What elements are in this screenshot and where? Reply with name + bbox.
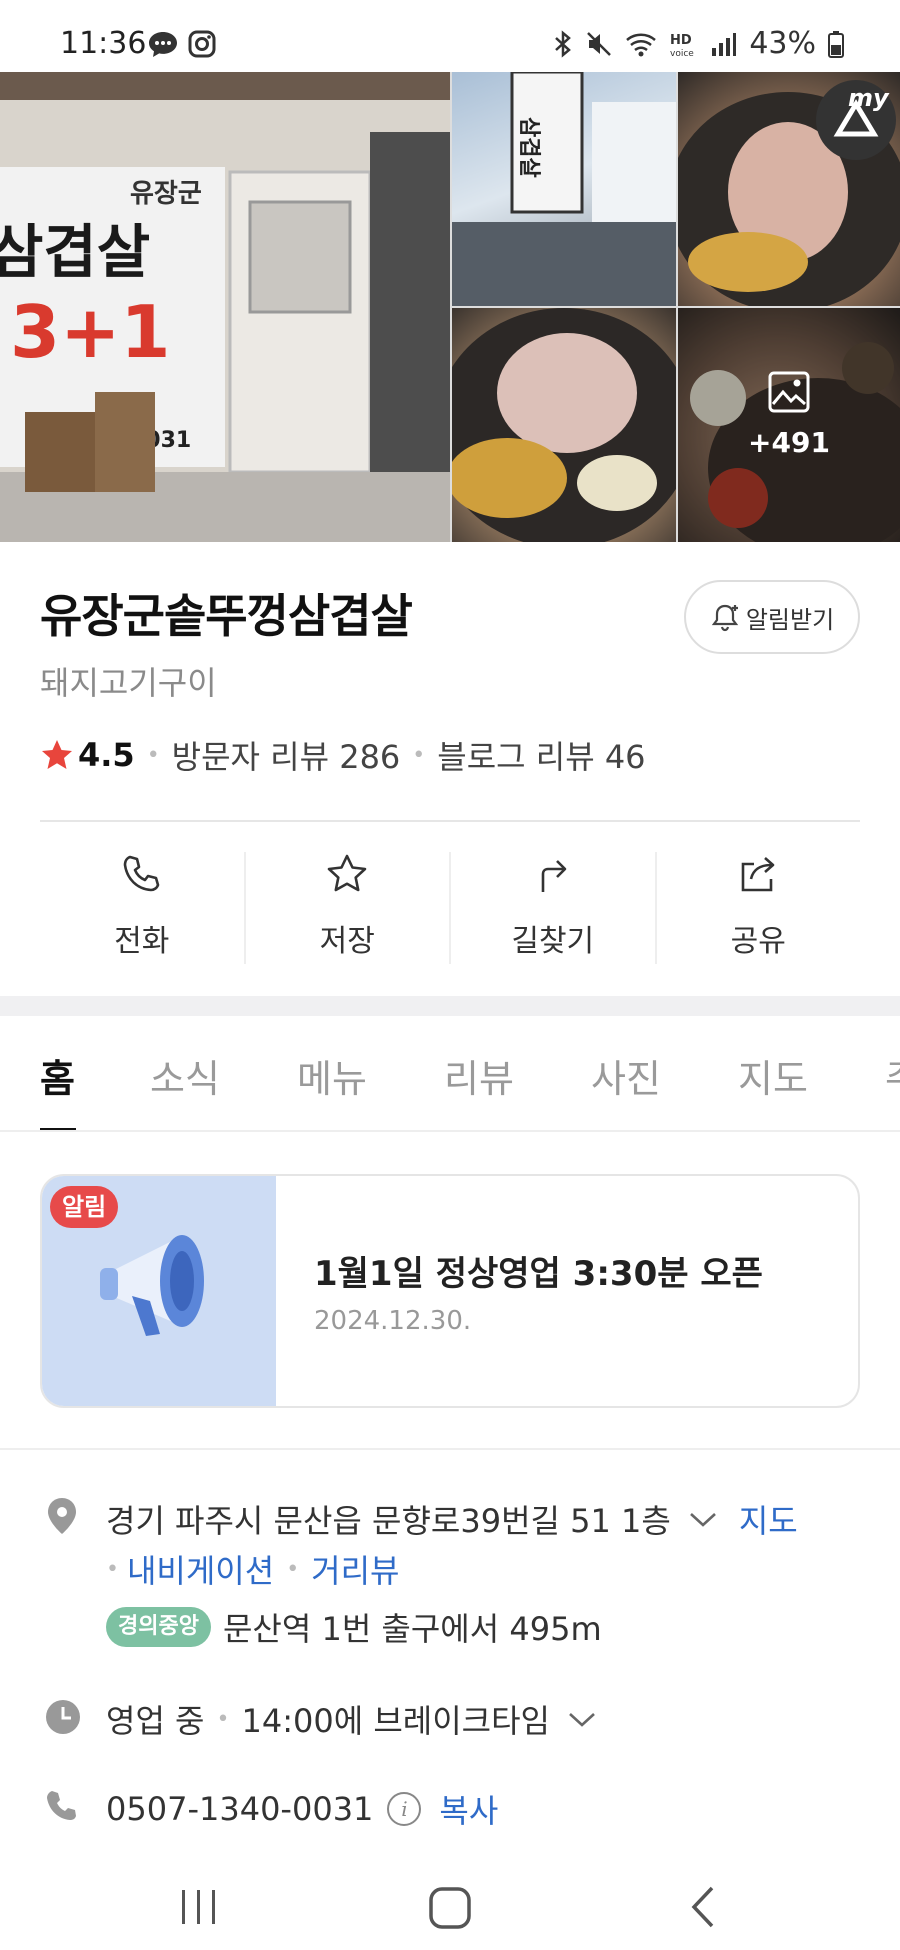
notice-image: 알림 bbox=[42, 1176, 276, 1406]
map-link[interactable]: 지도 bbox=[739, 1496, 798, 1542]
divider bbox=[0, 1448, 900, 1450]
sign-line-2: 삼겹살 bbox=[0, 218, 150, 286]
notice-date: 2024.12.30. bbox=[314, 1306, 472, 1336]
blog-reviews-link[interactable]: 블로그 리뷰 46 bbox=[437, 732, 645, 778]
phone-icon bbox=[123, 855, 160, 892]
star-rating-icon bbox=[42, 740, 72, 769]
tab-reviews[interactable]: 리뷰 bbox=[444, 1048, 514, 1103]
bluetooth-icon bbox=[555, 29, 572, 58]
back-icon[interactable] bbox=[688, 1884, 718, 1930]
section-gap bbox=[0, 996, 900, 1016]
clock-icon bbox=[46, 1700, 80, 1734]
chevron-down-icon[interactable] bbox=[564, 1707, 600, 1731]
address-row: 경기 파주시 문산읍 문향로39번길 51 1층 지도 bbox=[106, 1496, 798, 1542]
save-label: 저장 bbox=[319, 924, 375, 959]
tab-more[interactable]: 주 bbox=[885, 1048, 900, 1103]
phone-number[interactable]: 0507-1340-0031 bbox=[106, 1790, 373, 1828]
share-button[interactable]: 공유 bbox=[657, 852, 861, 964]
grill-illustration-2 bbox=[452, 308, 676, 542]
signboard-illustration: 삼겹살 bbox=[452, 72, 676, 306]
notice-title: 1월1일 정상영업 3:30분 오픈 bbox=[314, 1254, 763, 1294]
system-nav-bar bbox=[0, 1850, 900, 1950]
battery-icon bbox=[828, 30, 844, 58]
rating-score: 4.5 bbox=[78, 736, 135, 774]
clock: 11:36 bbox=[60, 26, 147, 61]
image-icon bbox=[768, 371, 810, 413]
gallery-thumb-signboard[interactable]: 삼겹살 bbox=[452, 72, 676, 306]
tab-menu[interactable]: 메뉴 bbox=[297, 1048, 367, 1103]
wifi-icon bbox=[626, 33, 657, 56]
photo-gallery[interactable]: 유장군 삼겹살 3+1 0031 삼겹살 my +491 bbox=[0, 72, 900, 542]
action-row: 전화 저장 길찾기 공유 bbox=[40, 852, 860, 964]
phone-small-icon bbox=[47, 1791, 76, 1820]
rating-row: 4.5 • 방문자 리뷰 286 • 블로그 리뷰 46 bbox=[40, 732, 646, 778]
visitor-reviews-link[interactable]: 방문자 리뷰 286 bbox=[172, 732, 401, 778]
gallery-main-photo[interactable]: 유장군 삼겹살 3+1 0031 bbox=[0, 72, 450, 542]
storefront-illustration: 유장군 삼겹살 3+1 0031 bbox=[0, 72, 450, 542]
street-view-link[interactable]: 거리뷰 bbox=[311, 1546, 399, 1592]
mute-icon bbox=[587, 31, 612, 56]
gallery-thumb-grill-2[interactable] bbox=[452, 308, 676, 542]
call-label: 전화 bbox=[114, 924, 170, 959]
phone-row: 0507-1340-0031 i 복사 bbox=[106, 1786, 498, 1832]
recent-apps-icon[interactable] bbox=[178, 1886, 220, 1926]
more-photos-count: +491 bbox=[748, 426, 830, 459]
directions-label: 길찾기 bbox=[511, 924, 595, 959]
tab-photos[interactable]: 사진 bbox=[591, 1048, 661, 1103]
station-row: 경의중앙 문산역 1번 출구에서 495m bbox=[106, 1604, 602, 1650]
info-icon[interactable]: i bbox=[387, 1792, 422, 1826]
shop-name: 유장군솥뚜껑삼겹살 bbox=[40, 589, 413, 643]
tab-news[interactable]: 소식 bbox=[150, 1048, 220, 1103]
station-distance: 문산역 1번 출구에서 495m bbox=[222, 1610, 602, 1648]
call-button[interactable]: 전화 bbox=[40, 852, 246, 964]
gallery-more-photos[interactable]: +491 bbox=[678, 308, 900, 542]
gallery-thumb-grill-1[interactable]: my bbox=[678, 72, 900, 306]
grill-illustration-1: my bbox=[678, 80, 900, 306]
location-pin-icon bbox=[48, 1498, 76, 1534]
sign-line-1: 유장군 bbox=[130, 179, 202, 209]
divider bbox=[40, 820, 860, 822]
tab-home[interactable]: 홈 bbox=[40, 1048, 75, 1103]
notice-badge: 알림 bbox=[50, 1186, 119, 1228]
active-tab-indicator bbox=[40, 1128, 76, 1130]
instagram-icon bbox=[188, 30, 216, 58]
gallery-badge: my bbox=[848, 84, 890, 112]
battery-percent: 43% bbox=[749, 26, 816, 61]
tile-sign: 삼겹살 bbox=[516, 117, 541, 178]
directions-button[interactable]: 길찾기 bbox=[451, 852, 657, 964]
share-label: 공유 bbox=[730, 924, 786, 959]
hours-note: 14:00에 브레이크타임 bbox=[241, 1702, 550, 1740]
notify-button[interactable]: 알림받기 bbox=[684, 580, 860, 654]
home-icon[interactable] bbox=[428, 1886, 472, 1930]
signal-icon bbox=[712, 32, 737, 56]
bell-plus-icon bbox=[711, 604, 739, 632]
copy-phone-button[interactable]: 복사 bbox=[439, 1786, 498, 1832]
notify-label: 알림받기 bbox=[745, 605, 835, 634]
share-icon bbox=[741, 857, 775, 892]
tab-map[interactable]: 지도 bbox=[738, 1048, 808, 1103]
sign-line-3: 3+1 bbox=[10, 290, 171, 374]
chevron-down-icon[interactable] bbox=[685, 1507, 721, 1531]
status-bar: 11:36 HD voice 43% bbox=[0, 0, 900, 72]
address-text: 경기 파주시 문산읍 문향로39번길 51 1층 bbox=[106, 1502, 671, 1540]
notice-card[interactable]: 알림 1월1일 정상영업 3:30분 오픈 2024.12.30. bbox=[40, 1174, 860, 1408]
star-icon bbox=[327, 854, 367, 892]
shop-category: 돼지고기구이 bbox=[40, 664, 217, 702]
message-icon bbox=[149, 32, 177, 57]
svg-text:HD: HD bbox=[670, 33, 692, 48]
address-links: • 내비게이션 • 거리뷰 bbox=[106, 1546, 400, 1592]
tab-bar: 홈 소식 메뉴 리뷰 사진 지도 주 bbox=[0, 1016, 900, 1132]
subway-line-badge: 경의중앙 bbox=[106, 1607, 211, 1647]
open-status: 영업 중 bbox=[106, 1702, 205, 1740]
svg-text:voice: voice bbox=[670, 49, 694, 58]
navigation-link[interactable]: 내비게이션 bbox=[127, 1546, 274, 1592]
hd-voice-icon: HDvoice bbox=[670, 33, 694, 58]
directions-icon bbox=[541, 860, 567, 892]
hours-row[interactable]: 영업 중 • 14:00에 브레이크타임 bbox=[106, 1696, 600, 1742]
save-button[interactable]: 저장 bbox=[246, 852, 451, 964]
